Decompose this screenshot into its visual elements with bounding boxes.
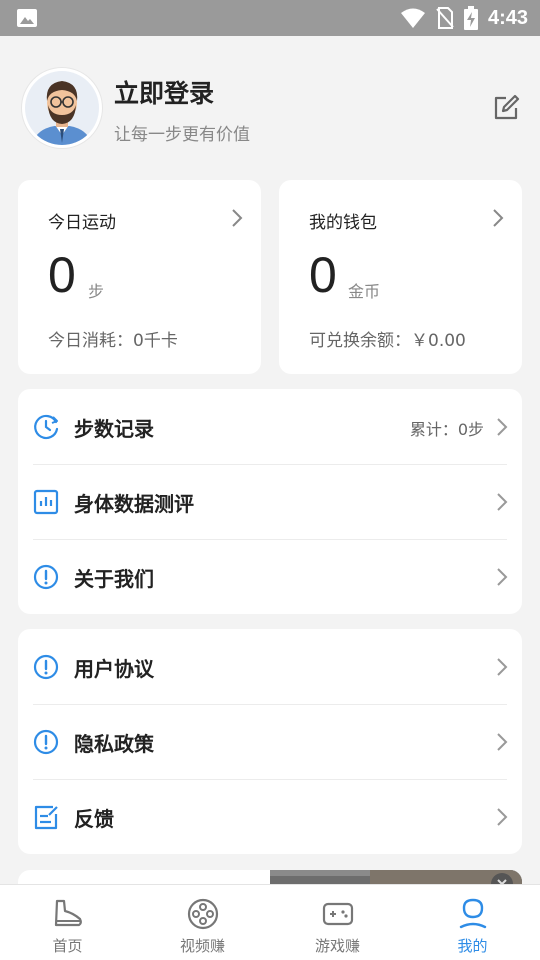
login-subtitle: 让每一步更有价值	[114, 125, 250, 145]
tab-game-earn[interactable]: 游戏赚	[270, 885, 405, 960]
chevron-right-icon	[497, 418, 508, 436]
avatar-illustration	[25, 71, 99, 145]
film-reel-icon	[187, 898, 218, 930]
menu-item-user-agreement[interactable]: 用户协议	[18, 629, 522, 704]
status-time: 4:43	[487, 6, 528, 29]
today-sport-card[interactable]: 今日运动 0 步 今日消耗：0千卡	[18, 180, 261, 374]
menu-group-2: 用户协议 隐私政策 反馈	[18, 629, 522, 854]
gamepad-icon	[322, 902, 353, 926]
menu-label: 用户协议	[74, 657, 154, 681]
no-sim-icon	[436, 7, 454, 29]
shoe-icon	[54, 899, 82, 927]
chevron-right-icon	[497, 733, 508, 751]
today-steps-value: 0	[48, 247, 76, 303]
chevron-right-icon	[497, 658, 508, 676]
edit-icon[interactable]	[490, 92, 522, 124]
clock-history-icon	[34, 414, 59, 440]
image-icon	[17, 9, 37, 27]
menu-label: 步数记录	[74, 417, 154, 441]
menu-item-privacy-policy[interactable]: 隐私政策	[18, 704, 522, 779]
wifi-icon	[400, 8, 425, 28]
chevron-right-icon	[232, 209, 243, 227]
wallet-coins-unit: 金币	[348, 282, 381, 301]
wallet-card[interactable]: 我的钱包 0 金币 可兑换余额：￥0.00	[279, 180, 522, 374]
tab-label: 我的	[457, 937, 488, 955]
chevron-right-icon	[497, 568, 508, 586]
login-title[interactable]: 立即登录	[114, 74, 214, 110]
tab-video-earn[interactable]: 视频赚	[135, 885, 270, 960]
menu-label: 隐私政策	[74, 732, 154, 756]
battery-charging-icon	[463, 6, 478, 30]
tab-mine[interactable]: 我的	[405, 885, 540, 960]
menu-label: 反馈	[74, 807, 114, 831]
menu-item-step-record[interactable]: 步数记录 累计：0步	[18, 389, 522, 464]
tab-label: 视频赚	[179, 937, 225, 955]
menu-label: 关于我们	[74, 567, 154, 591]
profile-header: 立即登录 让每一步更有价值	[0, 36, 540, 176]
menu-item-body-data[interactable]: 身体数据测评	[18, 464, 522, 539]
menu-group-1: 步数记录 累计：0步 身体数据测评 关于我们	[18, 389, 522, 614]
wallet-coins-value: 0	[309, 247, 337, 303]
wallet-title: 我的钱包	[309, 213, 377, 233]
info-icon	[33, 729, 59, 755]
bottom-tab-bar: 首页 视频赚 游戏赚 我的	[0, 884, 540, 960]
step-total: 累计：0步	[409, 420, 484, 439]
today-calories: 今日消耗：0千卡	[48, 331, 178, 351]
info-icon	[33, 654, 59, 680]
chevron-right-icon	[493, 209, 504, 227]
status-bar: 4:43	[0, 0, 540, 36]
feedback-icon	[34, 805, 58, 830]
chevron-right-icon	[497, 808, 508, 826]
menu-label: 身体数据测评	[74, 492, 194, 516]
today-sport-title: 今日运动	[48, 213, 116, 233]
bar-chart-icon	[33, 489, 59, 515]
tab-home[interactable]: 首页	[0, 885, 135, 960]
menu-item-about-us[interactable]: 关于我们	[18, 539, 522, 614]
wallet-balance: 可兑换余额：￥0.00	[309, 331, 466, 351]
today-steps-unit: 步	[88, 282, 105, 301]
tab-label: 游戏赚	[314, 937, 360, 955]
chevron-right-icon	[497, 493, 508, 511]
avatar[interactable]	[22, 68, 102, 148]
info-icon	[33, 564, 59, 590]
tab-label: 首页	[52, 937, 83, 955]
menu-item-feedback[interactable]: 反馈	[18, 779, 522, 854]
user-icon	[459, 898, 486, 929]
